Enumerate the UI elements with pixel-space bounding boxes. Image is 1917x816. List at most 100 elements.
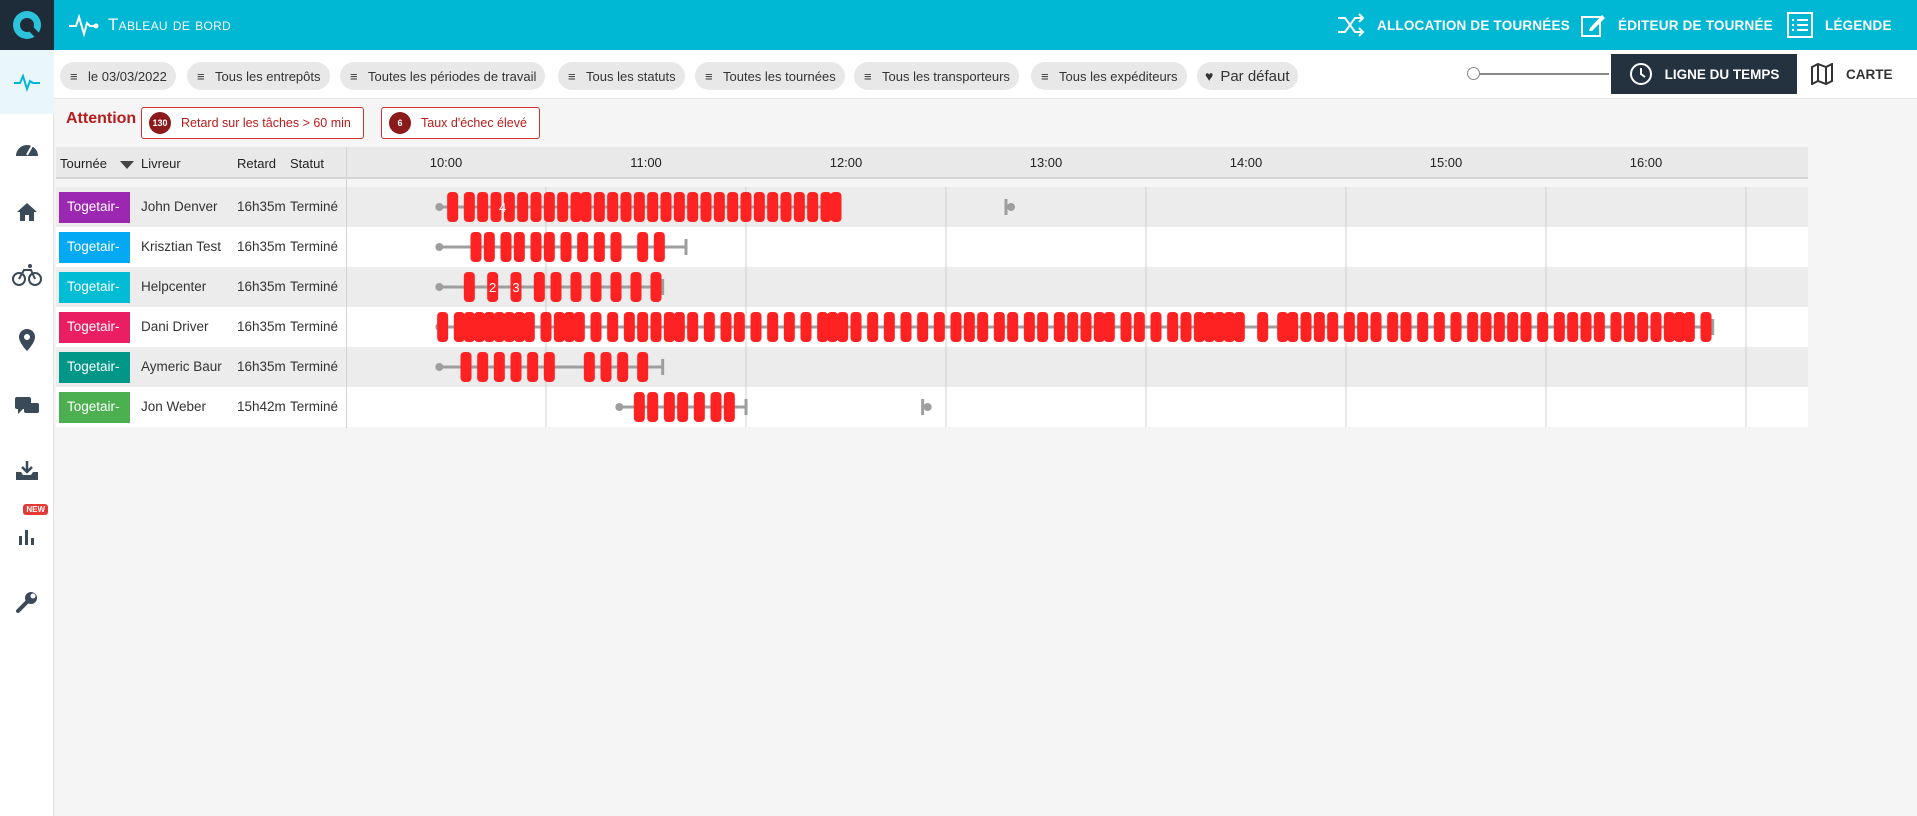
delivery-stop[interactable] xyxy=(1663,312,1675,342)
delivery-stop[interactable] xyxy=(483,312,495,342)
filter-date[interactable]: ≡ le 03/03/2022 xyxy=(60,62,176,90)
delivery-stop[interactable] xyxy=(653,232,665,262)
delivery-stop[interactable] xyxy=(713,192,725,222)
delivery-stop[interactable] xyxy=(1300,312,1312,342)
delivery-stop[interactable] xyxy=(460,352,472,382)
delivery-stop[interactable] xyxy=(637,312,649,342)
delivery-stop[interactable] xyxy=(553,312,565,342)
delivery-stop[interactable] xyxy=(600,352,612,382)
favorite-preset[interactable]: ♥ Par défaut xyxy=(1197,62,1298,90)
delivery-stop[interactable] xyxy=(720,312,732,342)
delivery-stop[interactable] xyxy=(590,312,602,342)
delivery-stop[interactable] xyxy=(1610,312,1622,342)
delivery-stop[interactable] xyxy=(453,312,465,342)
delivery-stop[interactable] xyxy=(563,312,575,342)
delivery-stop[interactable] xyxy=(577,232,589,262)
sidebar-item-drivers[interactable] xyxy=(0,243,54,307)
delivery-stop[interactable] xyxy=(1567,312,1579,342)
delivery-stop[interactable] xyxy=(817,312,829,342)
delivery-stop[interactable] xyxy=(1133,312,1145,342)
delivery-stop[interactable] xyxy=(463,192,475,222)
app-logo[interactable] xyxy=(0,0,54,50)
delivery-stop[interactable] xyxy=(1593,312,1605,342)
delivery-stop[interactable] xyxy=(1387,312,1399,342)
delivery-stop[interactable] xyxy=(463,312,475,342)
delivery-stop[interactable] xyxy=(723,392,735,422)
delivery-stop[interactable] xyxy=(977,312,989,342)
delivery-stop[interactable] xyxy=(710,392,722,422)
delivery-stop[interactable] xyxy=(650,272,662,302)
delivery-stop[interactable] xyxy=(1673,312,1685,342)
delivery-stop[interactable] xyxy=(647,192,659,222)
filter-work-periods[interactable]: ≡ Toutes les périodes de travail xyxy=(340,62,546,90)
delivery-stop[interactable] xyxy=(1370,312,1382,342)
delivery-stop[interactable] xyxy=(1450,312,1462,342)
delivery-stop[interactable] xyxy=(687,312,699,342)
delivery-stop[interactable] xyxy=(1553,312,1565,342)
sidebar-item-messages[interactable] xyxy=(0,374,54,438)
delivery-stop[interactable] xyxy=(637,232,649,262)
delivery-stop[interactable] xyxy=(1520,312,1532,342)
delivery-stop[interactable] xyxy=(593,232,605,262)
delivery-stop[interactable] xyxy=(1093,312,1105,342)
delivery-stop[interactable] xyxy=(1650,312,1662,342)
sidebar-item-dashboard[interactable] xyxy=(0,50,54,114)
delivery-stop[interactable] xyxy=(473,312,485,342)
delivery-stop[interactable] xyxy=(647,392,659,422)
filter-tours[interactable]: ≡ Toutes les tournées xyxy=(695,62,845,90)
delivery-stop[interactable] xyxy=(633,392,645,422)
delivery-stop[interactable] xyxy=(693,392,705,422)
delivery-stop[interactable] xyxy=(530,232,542,262)
delivery-stop[interactable] xyxy=(447,192,459,222)
delivery-stop[interactable] xyxy=(1467,312,1479,342)
delivery-stop[interactable] xyxy=(687,192,699,222)
delivery-stop[interactable] xyxy=(677,392,689,422)
delivery-stop[interactable] xyxy=(1343,312,1355,342)
delivery-stop[interactable] xyxy=(1313,312,1325,342)
delivery-stop[interactable] xyxy=(1120,312,1132,342)
delivery-stop[interactable] xyxy=(1287,312,1299,342)
delivery-stop[interactable] xyxy=(1327,312,1339,342)
delivery-stop[interactable] xyxy=(1180,312,1192,342)
delivery-stop[interactable] xyxy=(533,272,545,302)
map-view-button[interactable]: CARTE xyxy=(1804,54,1904,94)
delivery-stop[interactable] xyxy=(630,272,642,302)
delivery-stop[interactable] xyxy=(623,312,635,342)
delivery-stop[interactable] xyxy=(867,312,879,342)
delivery-stop[interactable] xyxy=(830,192,842,222)
delivery-stop[interactable] xyxy=(470,232,482,262)
delivery-stop[interactable] xyxy=(753,192,765,222)
delivery-stop[interactable] xyxy=(1223,312,1235,342)
delivery-stop[interactable] xyxy=(500,232,512,262)
delivery-stop[interactable] xyxy=(1213,312,1225,342)
delivery-stop[interactable] xyxy=(700,192,712,222)
delivery-stop[interactable] xyxy=(493,352,505,382)
delivery-stop[interactable] xyxy=(437,312,449,342)
sidebar-item-locations[interactable] xyxy=(0,308,54,372)
delivery-stop[interactable] xyxy=(1683,312,1695,342)
delivery-stop[interactable] xyxy=(637,352,649,382)
delivery-stop[interactable] xyxy=(783,312,795,342)
delivery-stop[interactable] xyxy=(780,192,792,222)
delivery-stop[interactable] xyxy=(503,312,515,342)
alert-delay[interactable]: 130 Retard sur les tâches > 60 min xyxy=(141,107,364,139)
delivery-stop[interactable] xyxy=(1433,312,1445,342)
delivery-stop[interactable] xyxy=(523,312,535,342)
delivery-stop[interactable] xyxy=(993,312,1005,342)
delivery-stop[interactable] xyxy=(1203,312,1215,342)
delivery-stop[interactable] xyxy=(477,192,489,222)
delivery-stop[interactable] xyxy=(1580,312,1592,342)
delivery-stop[interactable] xyxy=(590,272,602,302)
sidebar-item-performance[interactable] xyxy=(0,117,54,181)
delivery-stop[interactable] xyxy=(1150,312,1162,342)
delivery-stop[interactable] xyxy=(740,192,752,222)
delivery-stop[interactable] xyxy=(1053,312,1065,342)
delivery-stop[interactable] xyxy=(727,192,739,222)
delivery-stop[interactable] xyxy=(917,312,929,342)
delivery-stop[interactable] xyxy=(1193,312,1205,342)
delivery-stop[interactable] xyxy=(530,192,542,222)
delivery-stop[interactable] xyxy=(550,272,562,302)
delivery-stop[interactable] xyxy=(633,192,645,222)
delivery-stop[interactable] xyxy=(650,312,662,342)
delivery-stop[interactable] xyxy=(1700,312,1712,342)
